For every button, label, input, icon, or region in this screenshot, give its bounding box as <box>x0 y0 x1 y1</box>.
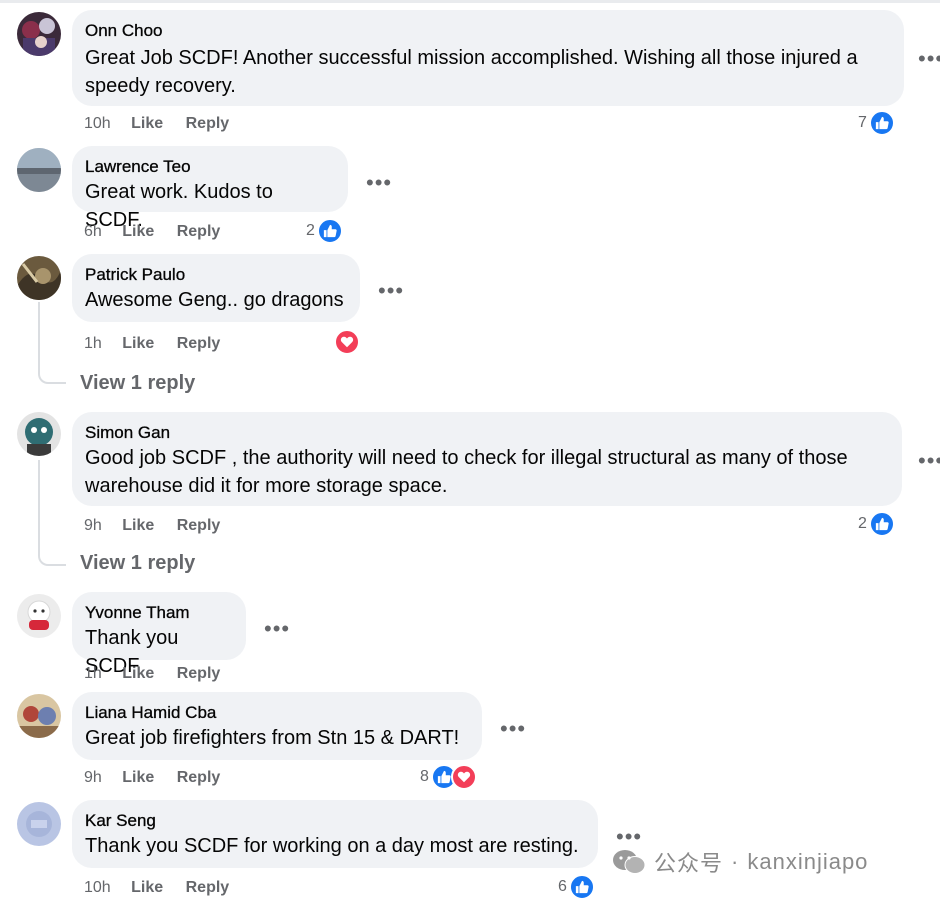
reply-button[interactable]: Reply <box>177 517 221 534</box>
more-options-icon[interactable]: ••• <box>378 280 404 302</box>
reaction-count: 6 <box>558 878 567 895</box>
comment-text: Awesome Geng.. go dragons <box>85 289 344 311</box>
reply-button[interactable]: Reply <box>177 335 221 352</box>
like-button[interactable]: Like <box>131 879 163 896</box>
comment-author[interactable]: Lawrence Teo <box>85 156 334 178</box>
more-options-icon[interactable]: ••• <box>366 172 392 194</box>
reply-button[interactable]: Reply <box>186 115 230 132</box>
comment-timestamp[interactable]: 10h <box>84 879 111 896</box>
avatar[interactable] <box>17 594 61 638</box>
comment-author[interactable]: Simon Gan <box>85 422 888 444</box>
thumbs-up-icon <box>868 511 895 537</box>
reaction-summary[interactable]: 2 <box>858 511 895 537</box>
comment-timestamp[interactable]: 6h <box>84 223 102 240</box>
comment-timestamp[interactable]: 10h <box>84 115 111 132</box>
thumbs-up-icon <box>568 874 595 900</box>
reply-button[interactable]: Reply <box>177 769 221 786</box>
comment-actions: 9h Like Reply <box>84 768 220 788</box>
comment-text: Thank you SCDF for working on a day most… <box>85 835 579 857</box>
reaction-summary[interactable]: 2 <box>306 218 343 244</box>
avatar[interactable] <box>17 12 61 56</box>
watermark-label: 公众号 <box>654 851 724 876</box>
comment-text: Good job SCDF , the authority will need … <box>85 447 848 497</box>
comment-actions: 1h Like Reply <box>84 664 220 684</box>
avatar[interactable] <box>17 802 61 846</box>
heart-icon <box>334 329 360 355</box>
view-replies-link[interactable]: View 1 reply <box>80 372 195 395</box>
comment-author[interactable]: Liana Hamid Cba <box>85 702 468 724</box>
comment-timestamp[interactable]: 1h <box>84 335 102 352</box>
avatar[interactable] <box>17 256 61 300</box>
avatar[interactable] <box>17 412 61 456</box>
like-button[interactable]: Like <box>122 335 154 352</box>
comment-author[interactable]: Yvonne Tham <box>85 602 232 624</box>
more-options-icon[interactable]: ••• <box>264 618 290 640</box>
like-button[interactable]: Like <box>122 517 154 534</box>
view-replies-link[interactable]: View 1 reply <box>80 552 195 575</box>
like-button[interactable]: Like <box>122 665 154 682</box>
thumbs-up-icon <box>316 218 343 244</box>
thumbs-up-icon <box>868 110 895 136</box>
comment-author[interactable]: Kar Seng <box>85 810 584 832</box>
comment-bubble: Patrick Paulo Awesome Geng.. go dragons <box>72 254 360 322</box>
wechat-watermark: 公众号 · kanxinjiapo <box>612 846 868 878</box>
reaction-summary[interactable]: 7 <box>858 110 895 136</box>
reaction-summary[interactable]: 6 <box>558 874 595 900</box>
wechat-icon <box>612 848 646 876</box>
comment-timestamp[interactable]: 1h <box>84 665 102 682</box>
comment-bubble: Yvonne Tham Thank you SCDF <box>72 592 246 677</box>
comment-actions: 10h Like Reply <box>84 878 229 898</box>
like-button[interactable]: Like <box>131 115 163 132</box>
thread-connector <box>38 460 66 566</box>
like-button[interactable]: Like <box>122 223 154 240</box>
care-icon <box>450 764 477 790</box>
comment-actions: 6h Like Reply <box>84 222 220 242</box>
more-options-icon[interactable]: ••• <box>500 718 526 740</box>
comment-actions: 10h Like Reply <box>84 114 229 134</box>
reaction-count: 2 <box>858 515 867 532</box>
watermark-separator: · <box>731 849 740 874</box>
comment-actions: 9h Like Reply <box>84 516 220 536</box>
thread-connector <box>38 302 66 384</box>
avatar[interactable] <box>17 148 61 192</box>
comment-bubble: Kar Seng Thank you SCDF for working on a… <box>72 800 598 868</box>
comment-timestamp[interactable]: 9h <box>84 517 102 534</box>
watermark-handle: kanxinjiapo <box>747 849 869 874</box>
like-button[interactable]: Like <box>122 769 154 786</box>
avatar[interactable] <box>17 694 61 738</box>
top-divider <box>0 0 940 3</box>
comment-bubble: Onn Choo Great Job SCDF! Another success… <box>72 10 904 106</box>
more-options-icon[interactable]: ••• <box>918 48 940 70</box>
comment-text: Great job firefighters from Stn 15 & DAR… <box>85 727 460 749</box>
comment-bubble: Simon Gan Good job SCDF , the authority … <box>72 412 902 506</box>
comment-bubble: Lawrence Teo Great work. Kudos to SCDF. <box>72 146 348 231</box>
comment-bubble: Liana Hamid Cba Great job firefighters f… <box>72 692 482 760</box>
reaction-count: 7 <box>858 114 867 131</box>
more-options-icon[interactable]: ••• <box>616 826 642 848</box>
reaction-count: 2 <box>306 222 315 239</box>
comment-timestamp[interactable]: 9h <box>84 769 102 786</box>
reaction-summary[interactable] <box>334 329 360 355</box>
reply-button[interactable]: Reply <box>186 879 230 896</box>
reply-button[interactable]: Reply <box>177 665 221 682</box>
comment-text: Great Job SCDF! Another successful missi… <box>85 47 858 97</box>
reply-button[interactable]: Reply <box>177 223 221 240</box>
reaction-count: 8 <box>420 768 429 785</box>
comment-actions: 1h Like Reply <box>84 334 220 354</box>
reaction-summary[interactable]: 8 <box>420 764 477 790</box>
comment-author[interactable]: Patrick Paulo <box>85 264 346 286</box>
comment-author[interactable]: Onn Choo <box>85 20 890 42</box>
more-options-icon[interactable]: ••• <box>918 450 940 472</box>
